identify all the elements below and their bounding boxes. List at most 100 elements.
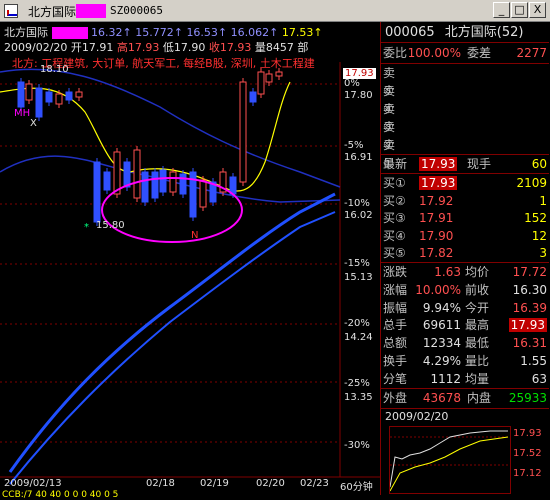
- inner-value: 25933: [508, 391, 547, 405]
- stat-row: 总手 69611 最高 17.93: [383, 316, 549, 334]
- stat-label: 总额: [383, 336, 408, 351]
- candle-body: [93, 161, 101, 223]
- stat-label: 量比: [465, 354, 490, 368]
- mini-price-label: 17.52: [513, 448, 542, 459]
- stat-value: 63: [499, 370, 547, 388]
- candle-body: [25, 83, 33, 101]
- candle-body: [133, 149, 141, 199]
- bid-row[interactable]: 买④ 17.90 12: [383, 227, 549, 245]
- high-note: 18.10: [40, 64, 69, 75]
- price-label: 14.24: [344, 332, 373, 343]
- outer-inner-row: 外盘 43678 内盘 25933: [383, 389, 549, 407]
- ma-value-1: 16.32↑: [91, 26, 132, 39]
- stat-value-text: 63: [531, 371, 547, 386]
- x-label: 2009/02/13: [4, 478, 62, 489]
- maximize-button[interactable]: □: [511, 2, 528, 18]
- ma-value-4: 16.062↑: [230, 26, 279, 39]
- stat-row: 涨幅 10.00% 前收 16.30: [383, 281, 549, 299]
- pct-label: 0%: [344, 78, 360, 89]
- stat-label: 最高: [465, 318, 490, 333]
- price-label: 17.80: [344, 90, 373, 101]
- pct-label: -15%: [344, 258, 370, 269]
- kline-chart[interactable]: 北方国际 16.32↑ 15.772↑ 16.53↑ 16.062↑ 17.53…: [0, 22, 380, 500]
- stat-value: 16.31: [499, 334, 547, 352]
- bid-price-value: 17.93: [419, 176, 458, 190]
- pct-label: -20%: [344, 318, 370, 329]
- bid-label: 买③: [383, 211, 406, 226]
- window-titlebar: 北方国际 SZ000065 _ □ X: [0, 0, 550, 22]
- bid-label: 买①: [383, 176, 406, 190]
- mini-intraday-chart[interactable]: [389, 426, 511, 494]
- diff-value: 2277: [516, 46, 547, 60]
- candle-body: [265, 73, 273, 83]
- pct-label: -30%: [344, 440, 370, 451]
- quote-header: 000065 北方国际(52): [385, 24, 523, 42]
- ma-value-3: 16.53↑: [186, 26, 228, 39]
- window-stock-name: 北方国际: [28, 5, 77, 19]
- stat-value-text: 16.31: [512, 336, 547, 351]
- bid-volume: 3: [539, 246, 547, 261]
- hand-value: 60: [531, 157, 547, 171]
- hand-label: 现手: [467, 157, 492, 171]
- quote-name: 北方国际(52): [444, 25, 524, 40]
- stat-label: 均价: [465, 265, 490, 279]
- price-label: 16.02: [344, 210, 373, 221]
- inner-label: 内盘: [467, 391, 492, 405]
- stat-label: 最低: [465, 336, 490, 351]
- stat-value: 1.63: [434, 265, 461, 279]
- order-ratio-row: 委比 100.00% 委差 2277: [383, 44, 549, 62]
- close-button[interactable]: X: [529, 2, 546, 18]
- pct-label: -25%: [344, 378, 370, 389]
- last-label: 最新: [383, 157, 408, 171]
- mini-price-label: 17.12: [513, 468, 542, 479]
- ma-value-5: 17.53↑: [281, 26, 323, 39]
- stat-value: 17.93: [499, 316, 547, 334]
- stat-row: 分笔 1112 均量 63: [383, 370, 549, 388]
- candle-body: [35, 87, 43, 118]
- stat-row: 总额 12334 最低 16.31: [383, 334, 549, 352]
- star-mark: *: [84, 222, 89, 233]
- candle-body: [55, 93, 63, 105]
- stat-label: 前收: [465, 282, 490, 297]
- bid-volume: 2109: [516, 176, 547, 190]
- price-label: 15.13: [344, 272, 373, 283]
- stat-value: 16.39: [499, 299, 547, 317]
- bid-row[interactable]: 买② 17.92 1: [383, 192, 549, 210]
- pct-label: -10%: [344, 198, 370, 209]
- stat-value: 16.30: [499, 281, 547, 299]
- highlight-block: [76, 4, 106, 18]
- candle-body: [75, 91, 83, 98]
- ohlc-info-line: 2009/02/20 开17.91 高17.93 低17.90 收17.93 量…: [4, 39, 308, 55]
- candle-body: [113, 151, 121, 195]
- bid-row[interactable]: 买⑤ 17.82 3: [383, 244, 549, 262]
- candle-body: [103, 171, 111, 191]
- bid-label: 买⑤: [383, 246, 406, 261]
- low-note: 15.80: [96, 220, 125, 231]
- period-label[interactable]: 60分钟: [340, 478, 373, 493]
- bid-row[interactable]: 买① 17.93 2109: [383, 174, 549, 192]
- bid-price: 17.91: [419, 209, 453, 227]
- stat-value-text: 1.55: [520, 354, 547, 368]
- bid-row[interactable]: 买③ 17.91 152: [383, 209, 549, 227]
- outer-label: 外盘: [383, 391, 408, 405]
- candle-body: [239, 81, 247, 183]
- candle-body: [45, 91, 53, 103]
- candle-body: [17, 81, 25, 108]
- window-stock-code: SZ000065: [110, 4, 163, 17]
- stat-value-text: 16.30: [512, 282, 547, 297]
- price-label: 13.35: [344, 392, 373, 403]
- stat-label: 今开: [465, 300, 490, 315]
- last-price: 17.93: [419, 155, 458, 173]
- candle-body: [275, 71, 283, 77]
- stat-value: 1112: [430, 371, 461, 386]
- last-price-value: 17.93: [419, 157, 458, 171]
- ohlc-suffix: 部: [297, 41, 309, 54]
- chart-stock-name: 北方国际: [4, 26, 48, 39]
- stat-label: 均量: [465, 371, 490, 386]
- bid-price-value: 17.91: [419, 211, 454, 226]
- ohlc-date: 2009/02/20: [4, 41, 68, 54]
- minimize-button[interactable]: _: [493, 2, 510, 18]
- candle-body: [169, 171, 177, 193]
- last-price-row: 最新 17.93 现手 60: [383, 155, 549, 173]
- stat-label: 总手: [383, 318, 408, 333]
